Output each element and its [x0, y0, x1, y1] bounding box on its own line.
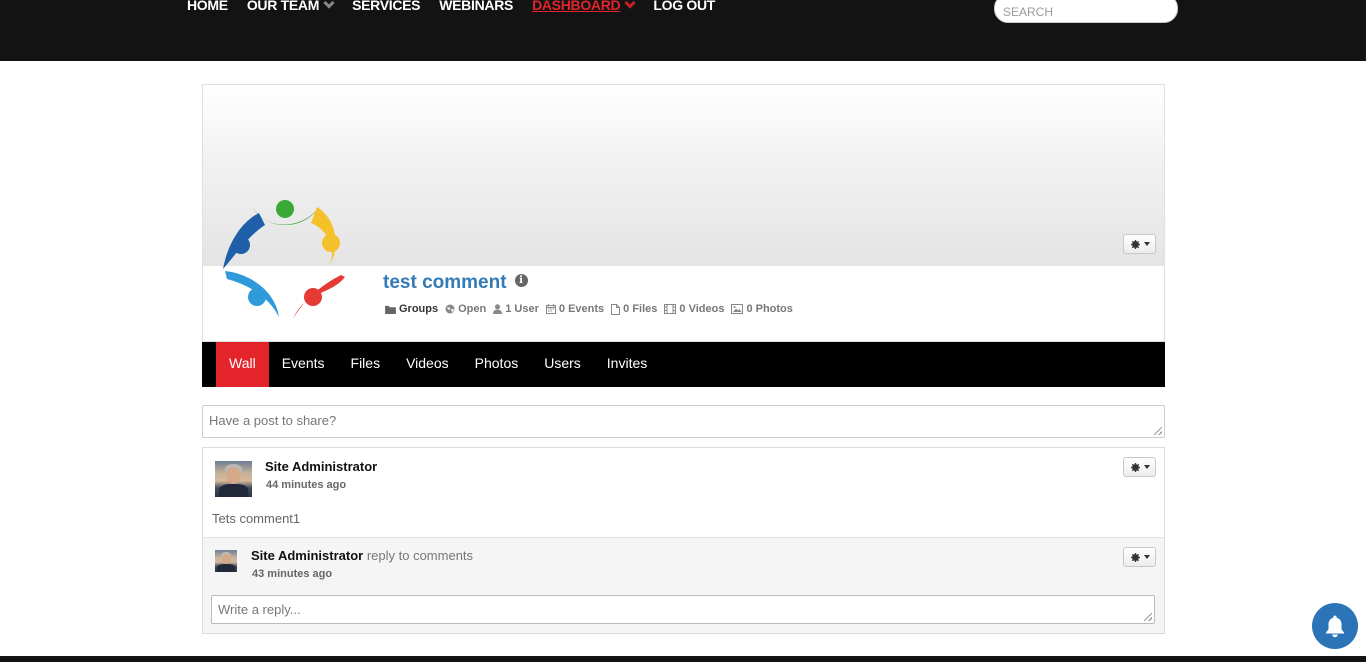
- reply-input[interactable]: Write a reply...: [211, 595, 1155, 624]
- group-logo: [223, 200, 345, 319]
- stat-users: 1 User: [493, 303, 539, 315]
- post-time: 44 minutes ago: [266, 479, 347, 491]
- post-text: Tets comment1: [212, 511, 301, 526]
- caret-down-icon: [1143, 465, 1150, 469]
- nav-home[interactable]: HOME: [187, 0, 228, 13]
- resize-handle-icon[interactable]: [1144, 613, 1152, 621]
- user-icon: [493, 304, 503, 314]
- image-icon: [731, 304, 744, 314]
- tab-photos[interactable]: Photos: [462, 342, 532, 387]
- nav-our-team[interactable]: OUR TEAM: [247, 0, 335, 13]
- avatar[interactable]: [215, 461, 252, 497]
- nav-webinars[interactable]: WEBINARS: [439, 0, 513, 13]
- post-settings-button[interactable]: [1123, 457, 1156, 477]
- notifications-button[interactable]: [1312, 603, 1358, 649]
- folder-icon: [385, 305, 396, 314]
- chevron-down-icon: [624, 0, 637, 9]
- wall-post: Site Administrator 44 minutes ago Tets c…: [202, 447, 1165, 634]
- stat-type: Groups: [385, 303, 438, 315]
- gear-icon: [1130, 239, 1140, 249]
- calendar-icon: [545, 304, 556, 314]
- stat-photos: 0 Photos: [731, 303, 793, 315]
- reply-avatar[interactable]: [215, 550, 237, 572]
- caret-down-icon: [1143, 242, 1150, 246]
- tab-invites[interactable]: Invites: [594, 342, 660, 387]
- cover-settings-button[interactable]: [1123, 234, 1156, 254]
- group-header: test comment i Groups Open 1 User 0 Even…: [202, 84, 1165, 342]
- reply-placeholder: Write a reply...: [218, 602, 301, 617]
- nav-dashboard[interactable]: DASHBOARD: [532, 0, 637, 13]
- resize-handle-icon[interactable]: [1154, 427, 1162, 435]
- globe-icon: [445, 304, 455, 314]
- chevron-down-icon: [323, 0, 335, 9]
- tab-events[interactable]: Events: [269, 342, 338, 387]
- post-author[interactable]: Site Administrator: [265, 459, 377, 474]
- group-title[interactable]: test comment i: [383, 272, 528, 294]
- composer-placeholder: Have a post to share?: [209, 413, 337, 428]
- tab-users[interactable]: Users: [531, 342, 594, 387]
- stat-events: 0 Events: [545, 303, 604, 315]
- nav-services[interactable]: SERVICES: [352, 0, 420, 13]
- gear-icon: [1130, 552, 1140, 562]
- tab-videos[interactable]: Videos: [393, 342, 462, 387]
- group-title-text[interactable]: test comment: [383, 272, 507, 294]
- stat-privacy: Open: [445, 303, 486, 315]
- file-icon: [611, 303, 621, 315]
- tab-files[interactable]: Files: [338, 342, 394, 387]
- reply-time: 43 minutes ago: [252, 568, 333, 580]
- tab-wall[interactable]: Wall: [216, 342, 269, 387]
- caret-down-icon: [1143, 555, 1150, 559]
- film-icon: [664, 304, 677, 314]
- reply-line: Site Administrator reply to comments: [251, 548, 473, 563]
- top-navbar: HOME OUR TEAM SERVICES WEBINARS DASHBOAR…: [0, 0, 1366, 61]
- nav-log-out[interactable]: LOG OUT: [653, 0, 715, 13]
- info-icon[interactable]: i: [514, 274, 528, 287]
- stat-files: 0 Files: [611, 303, 657, 315]
- reply-author[interactable]: Site Administrator: [251, 548, 363, 563]
- gear-icon: [1130, 462, 1140, 472]
- reply-section: Site Administrator reply to comments 43 …: [203, 537, 1164, 633]
- group-stats: Groups Open 1 User 0 Events 0 Files 0 Vi…: [385, 303, 800, 315]
- reply-settings-button[interactable]: [1123, 547, 1156, 567]
- group-tabs: Wall Events Files Videos Photos Users In…: [202, 342, 1165, 387]
- stat-videos: 0 Videos: [664, 303, 724, 315]
- reply-action: reply to comments: [366, 548, 474, 563]
- bell-icon: [1326, 615, 1344, 638]
- footer-bar: [0, 656, 1366, 662]
- search-input[interactable]: SEARCH: [994, 0, 1178, 23]
- post-composer-input[interactable]: Have a post to share?: [202, 405, 1165, 438]
- main-nav: HOME OUR TEAM SERVICES WEBINARS DASHBOAR…: [187, 0, 734, 13]
